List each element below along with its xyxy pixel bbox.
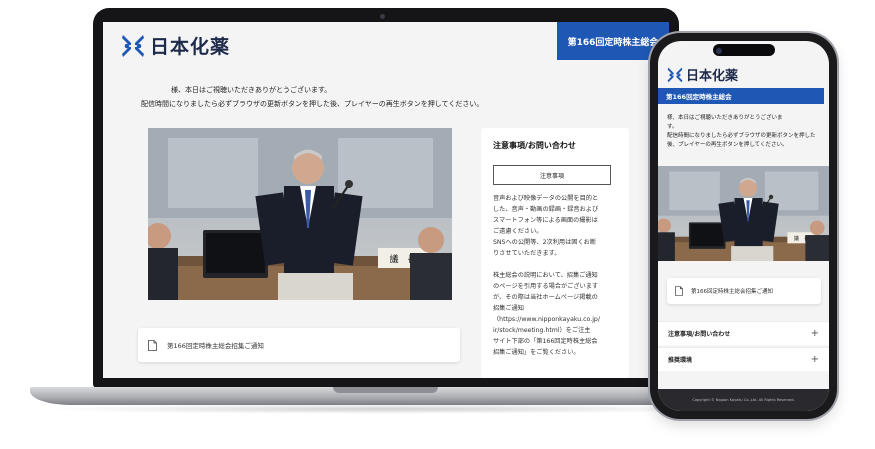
notice-line: （https://www.nipponkayaku.co.jp/ xyxy=(493,316,600,323)
logo-mark-icon xyxy=(667,67,683,82)
notice-line: スマートフォン等による画面の撮影は xyxy=(493,217,598,224)
phone-camera xyxy=(716,48,722,54)
notice-line: 後、プレイヤーの再生ボタンを押してください。 xyxy=(667,142,788,148)
document-link-label: 第166回定時株主総会招集ご通知 xyxy=(691,289,773,295)
notice-line: りさせていただきます。 xyxy=(493,250,561,257)
accordion-notice[interactable]: 注意事項/お問い合わせ + xyxy=(658,321,829,345)
phone-screen: 日本化薬 第166回定時株主総会 様、本日はご視聴いただきありがとうございま す… xyxy=(658,41,829,411)
laptop-screen: 日本化薬 第166回定時株主総会 様、本日はご視聴いただきありがとうございます。… xyxy=(103,22,669,378)
document-icon xyxy=(148,339,157,351)
reload-instruction: 配信時間になりましたら必ずブラウザの更新ボタンを押した後、プレイヤーの再生ボタン… xyxy=(141,100,484,108)
phone-document-link[interactable]: 第166回定時株主総会招集ご通知 xyxy=(667,278,821,304)
welcome-notice: 様、本日はご視聴いただきありがとうございます。 xyxy=(171,86,332,94)
notice-line: サイト下部の「第166回定時株主総会 xyxy=(493,338,598,345)
notice-line: 音声および映像データの公開を目的と xyxy=(493,195,599,202)
plus-icon[interactable]: + xyxy=(811,354,819,365)
laptop-camera xyxy=(380,14,385,19)
notice-line: SNSへの公開等、2次利用は固くお断 xyxy=(493,239,597,246)
phone-meeting-title-bar: 第166回定時株主総会 xyxy=(658,88,824,104)
video-player[interactable]: 議 長 xyxy=(148,128,452,300)
document-icon xyxy=(675,286,683,296)
notice-line: 株主総会の説明において、招集ご通知 xyxy=(493,272,598,279)
notice-line: した、音声・動画の録画・録音および xyxy=(493,206,599,213)
phone-footer: Copyright © Nippon Kayaku Co.,Ltd. All R… xyxy=(658,389,829,411)
notice-line: 招集ご通知 xyxy=(493,305,524,312)
accordion-environment[interactable]: 推奨環境 + xyxy=(658,347,829,371)
video-frame: 議 長 xyxy=(658,166,829,261)
phone-video-player[interactable]: 議 長 xyxy=(658,166,829,261)
laptop-opening-notch xyxy=(333,387,438,393)
company-logo[interactable]: 日本化薬 xyxy=(121,32,230,59)
logo-text: 日本化薬 xyxy=(686,69,739,84)
notice-button[interactable]: 注意事項 xyxy=(493,165,611,185)
notice-paragraph-1: 音声および映像データの公開を目的と した、音声・動画の録画・録音および スマート… xyxy=(493,193,617,259)
notice-line: す。 xyxy=(667,124,678,130)
plus-icon[interactable]: + xyxy=(811,328,819,339)
notice-panel: 注意事項/お問い合わせ 注意事項 音声および映像データの公開を目的と した、音声… xyxy=(481,128,629,378)
notice-line: 招集ご通知」をご覧ください。 xyxy=(493,349,580,356)
notice-line: ご遠慮ください。 xyxy=(493,228,543,235)
notice-line: 配信時間になりましたら必ずブラウザの更新ボタンを押した xyxy=(667,133,816,139)
document-link[interactable]: 第166回定時株主総会招集ご通知 xyxy=(138,328,460,362)
notice-paragraph-2: 株主総会の説明において、招集ご通知 のページを引用する場合がございます が、その… xyxy=(493,270,617,358)
phone-notice: 様、本日はご視聴いただきありがとうございま す。 配信時間になりましたら必ずブラ… xyxy=(667,114,825,150)
notice-panel-heading: 注意事項/お問い合わせ xyxy=(493,141,576,150)
notice-line: のページを引用する場合がございます xyxy=(493,283,599,290)
phone-dynamic-island xyxy=(713,44,775,56)
notice-line: が、その際は当社ホームページ掲載の xyxy=(493,294,598,301)
video-frame: 議 長 xyxy=(148,128,452,300)
laptop-shadow xyxy=(40,404,730,414)
logo-text: 日本化薬 xyxy=(150,36,231,58)
accordion-label: 注意事項/お問い合わせ xyxy=(668,331,731,338)
logo-mark-icon xyxy=(122,34,144,57)
document-link-label: 第166回定時株主総会招集ご通知 xyxy=(167,342,264,350)
phone-company-logo[interactable]: 日本化薬 xyxy=(667,65,738,84)
notice-line: 様、本日はご視聴いただきありがとうございま xyxy=(667,115,783,121)
notice-line: ir/stock/meeting.html）をご注主 xyxy=(493,327,591,334)
accordion-label: 推奨環境 xyxy=(668,357,693,364)
